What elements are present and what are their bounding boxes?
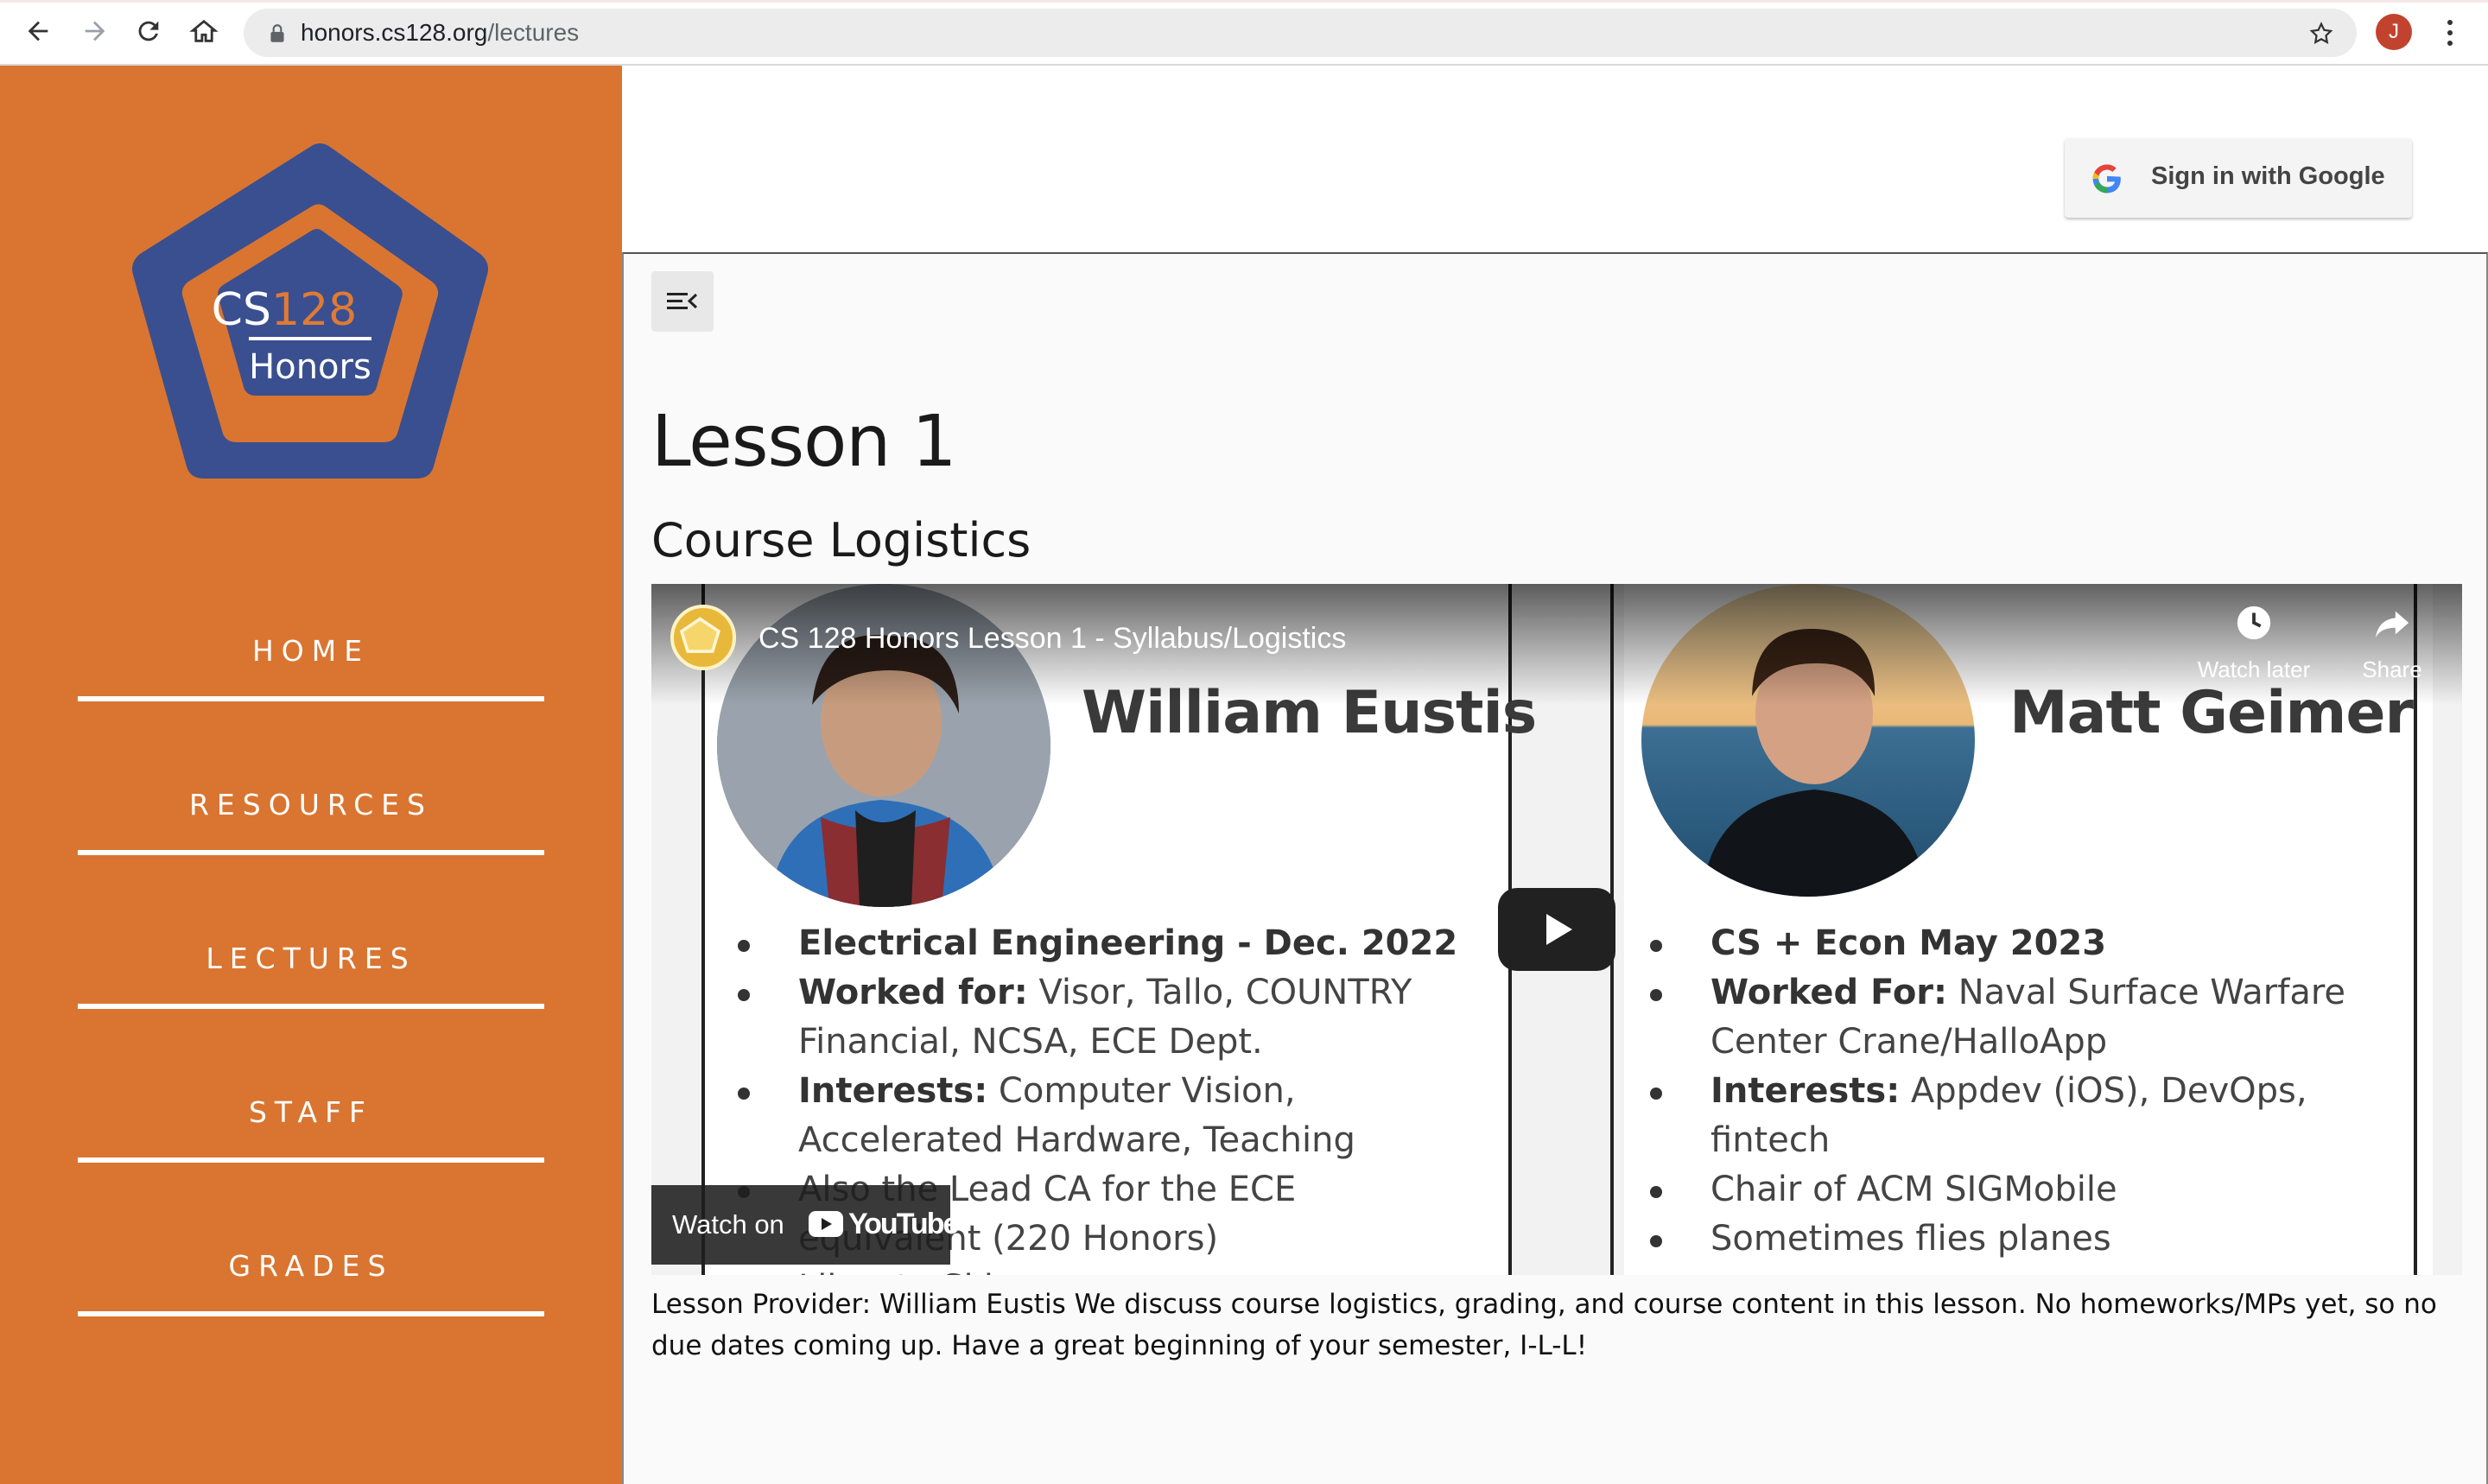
sidebar-item-grades[interactable]: GRADES	[78, 1233, 544, 1316]
channel-logo-icon	[679, 617, 720, 653]
forward-icon	[85, 21, 105, 41]
list-item: Worked For: Naval Surface Warfare Center…	[1647, 968, 2424, 1067]
list-item: CS + Econ May 2023	[1647, 919, 2424, 968]
sidebar-item-label: GRADES	[228, 1249, 394, 1283]
logo-divider	[249, 337, 371, 340]
sidebar-item-label: HOME	[251, 634, 371, 668]
youtube-video-embed[interactable]: William Eustis Electrical Engineering - …	[651, 584, 2462, 1275]
logo-128-text: 128	[271, 284, 357, 336]
sidebar-item-underline	[78, 1157, 544, 1163]
cs128-honors-logo[interactable]: CS 128 Honors	[119, 128, 501, 496]
tab-strip-edge	[0, 0, 2488, 3]
sidebar-item-underline	[78, 696, 544, 701]
list-item: Interests: Computer Vision, Accelerated …	[734, 1067, 1477, 1165]
play-button[interactable]	[1498, 888, 1615, 971]
list-item: Electrical Engineering - Dec. 2022	[734, 919, 1477, 968]
watch-on-youtube-button[interactable]: Watch on YouTube	[651, 1185, 959, 1265]
sidebar: CS 128 Honors HOME RESOURCES LECTURES ST…	[0, 66, 622, 1484]
sidebar-toggle-button[interactable]	[651, 271, 714, 332]
reload-button[interactable]	[130, 12, 168, 50]
play-icon	[1546, 914, 1572, 945]
url-host: honors.cs128.org	[301, 19, 488, 46]
channel-avatar-icon[interactable]	[670, 605, 736, 670]
sidebar-item-label: STAFF	[248, 1095, 374, 1129]
sign-in-with-google-button[interactable]: Sign in with Google	[2065, 138, 2412, 218]
browser-toolbar: honors.cs128.org/lectures J	[0, 0, 2488, 66]
video-title[interactable]: CS 128 Honors Lesson 1 - Syllabus/Logist…	[758, 622, 1346, 656]
url-path: /lectures	[487, 19, 580, 46]
list-item: Worked for: Visor, Tallo, COUNTRY Financ…	[734, 968, 1477, 1067]
lesson-description: Lesson Provider: William Eustis We discu…	[651, 1289, 2437, 1361]
sidebar-item-lectures[interactable]: LECTURES	[78, 926, 544, 1009]
address-bar[interactable]: honors.cs128.org/lectures	[244, 9, 2357, 57]
list-item: Interests: Appdev (iOS), DevOps, fintech	[1647, 1067, 2424, 1165]
sign-in-label: Sign in with Google	[2151, 162, 2385, 190]
sidebar-item-label: LECTURES	[206, 942, 416, 975]
profile-avatar[interactable]: J	[2376, 14, 2412, 50]
reload-icon	[138, 21, 159, 41]
watch-later-button[interactable]: Watch later	[2189, 603, 2319, 683]
share-button[interactable]: Share	[2327, 603, 2457, 683]
url-text: honors.cs128.org/lectures	[301, 19, 579, 47]
sidebar-item-underline	[78, 1311, 544, 1316]
logo-honors-text: Honors	[249, 347, 371, 387]
sidebar-item-staff[interactable]: STAFF	[78, 1080, 544, 1163]
home-button[interactable]	[185, 12, 223, 50]
page-header: Sign in with Google	[622, 66, 2488, 252]
home-icon	[189, 19, 219, 42]
sidebar-item-resources[interactable]: RESOURCES	[78, 772, 544, 855]
main-content: Lesson 1 Course Logistics William Eustis…	[622, 252, 2488, 1484]
logo-cs-text: CS	[212, 284, 271, 336]
sidebar-item-home[interactable]: HOME	[78, 618, 544, 701]
page-title: Lesson 1	[651, 401, 957, 483]
youtube-play-icon	[809, 1211, 843, 1237]
watch-later-label: Watch later	[2197, 656, 2311, 682]
share-label: Share	[2362, 656, 2422, 682]
share-icon	[2375, 611, 2409, 638]
sidebar-item-label: RESOURCES	[189, 788, 433, 821]
watch-on-label: Watch on	[672, 1209, 784, 1240]
menu-collapse-icon	[667, 293, 698, 309]
presenter-bullets-right: CS + Econ May 2023 Worked For: Naval Sur…	[1647, 919, 2424, 1264]
clock-icon	[2237, 606, 2271, 640]
youtube-wordmark: YouTube	[848, 1208, 959, 1240]
lesson-subtitle: Course Logistics	[651, 513, 1031, 568]
back-icon	[28, 21, 48, 41]
sidebar-item-underline	[78, 1004, 544, 1009]
google-icon	[2092, 164, 2121, 193]
list-item: Likes to Ski	[734, 1264, 1477, 1275]
star-icon[interactable]	[2308, 21, 2334, 47]
list-item: Chair of ACM SIGMobile	[1647, 1165, 2424, 1214]
forward-button[interactable]	[76, 12, 114, 50]
lock-icon	[270, 24, 284, 42]
back-button[interactable]	[19, 12, 57, 50]
list-item: Sometimes flies planes	[1647, 1214, 2424, 1264]
sidebar-item-underline	[78, 850, 544, 855]
kebab-menu-icon[interactable]	[2441, 16, 2459, 50]
